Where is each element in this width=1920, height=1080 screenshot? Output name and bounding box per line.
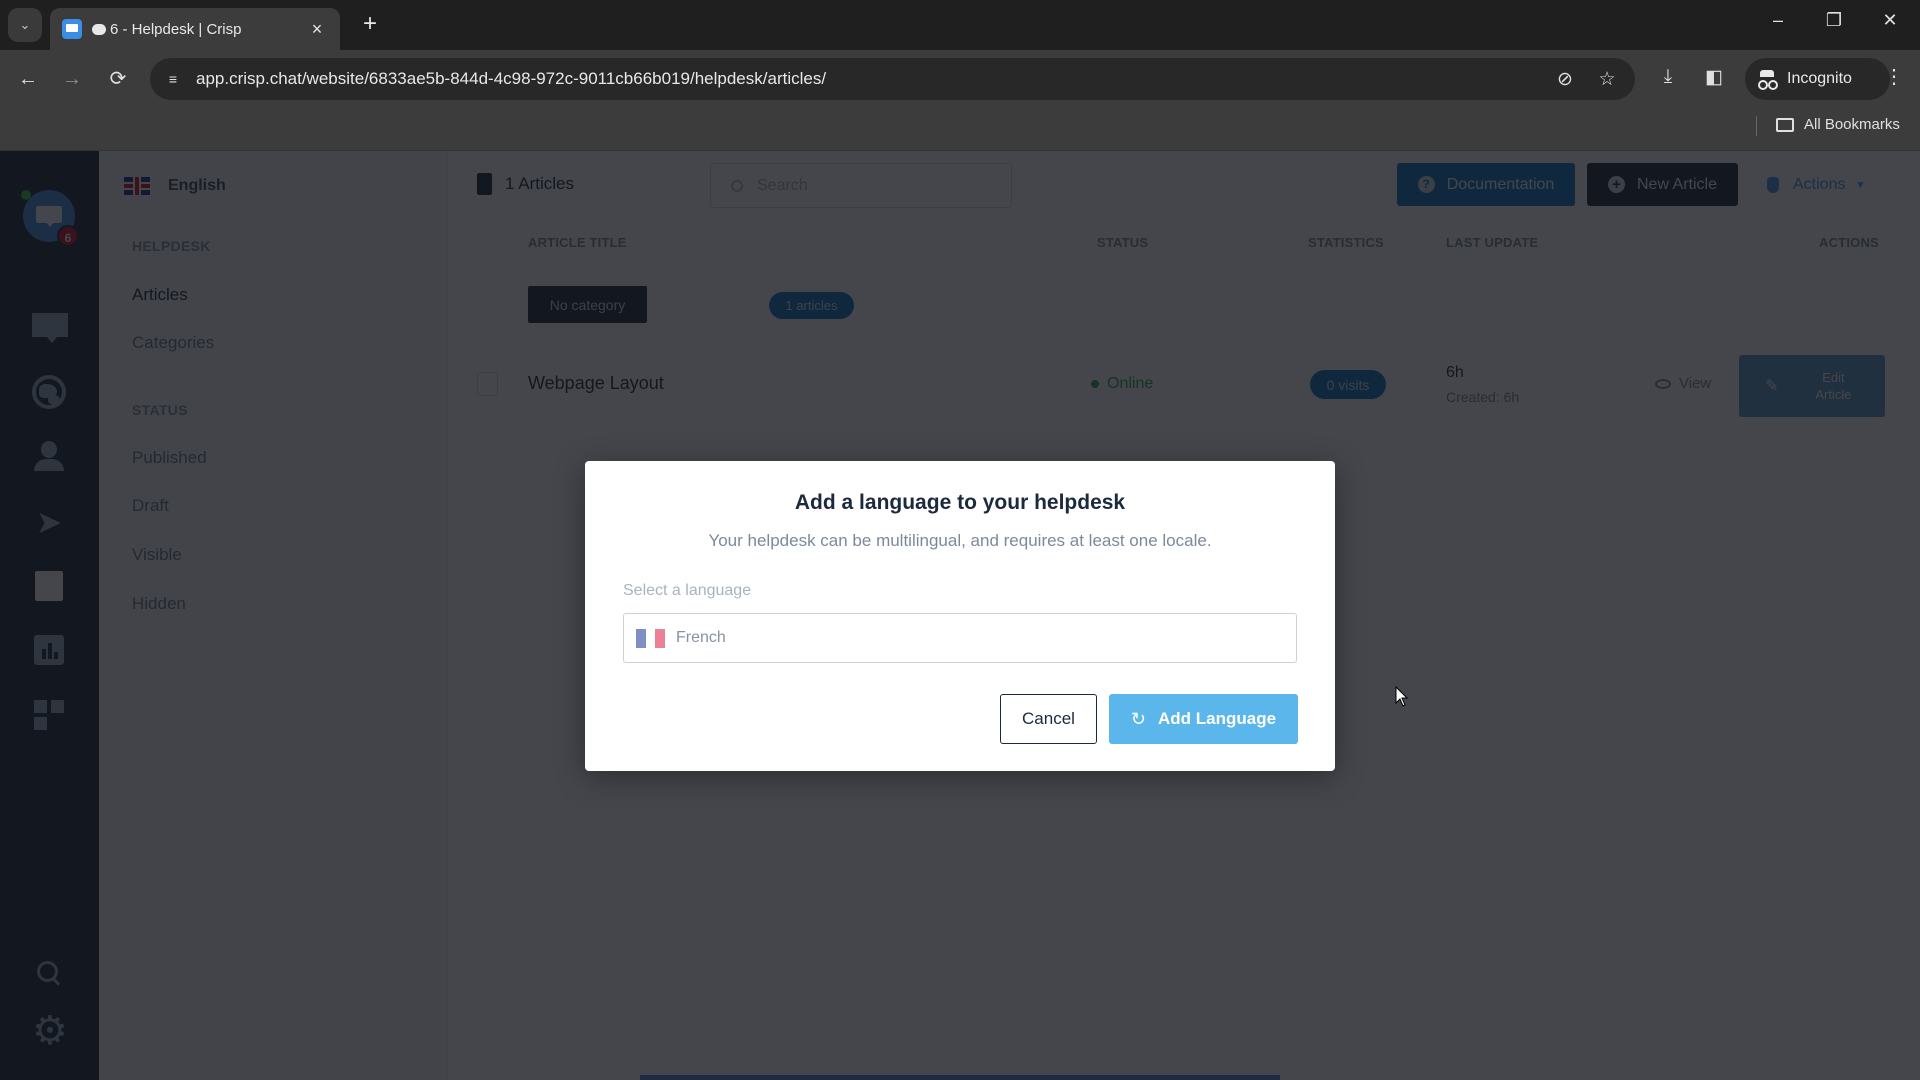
- forward-button[interactable]: →: [57, 64, 87, 94]
- restore-button[interactable]: ❐: [1814, 10, 1854, 31]
- download-icon[interactable]: ⤓: [1654, 66, 1682, 88]
- bookmarks-bar: All Bookmarks: [0, 108, 1920, 151]
- bookmark-star-icon[interactable]: ☆: [1595, 68, 1619, 91]
- incognito-icon: [1757, 70, 1777, 90]
- browser-toolbar: ← → ⟳ ≡ app.crisp.chat/website/6833ae5b-…: [0, 50, 1920, 108]
- flag-stripe-blue: [636, 628, 646, 648]
- tab-title: 6 - Helpdesk | Crisp: [110, 20, 242, 38]
- modal-title: Add a language to your helpdesk: [794, 491, 1126, 514]
- tab-search-button[interactable]: ⌄: [8, 8, 42, 42]
- eye-off-icon[interactable]: ⊘: [1553, 68, 1577, 91]
- modal-subtitle: Your helpdesk can be multilingual, and r…: [708, 531, 1212, 550]
- back-button[interactable]: ←: [13, 64, 43, 94]
- bookmarks-divider: [1756, 116, 1757, 136]
- incognito-indicator[interactable]: Incognito: [1745, 58, 1890, 100]
- language-select[interactable]: French: [623, 613, 1297, 663]
- flag-stripe-red: [655, 628, 666, 648]
- incognito-label: Incognito: [1787, 70, 1852, 87]
- browser-menu-icon[interactable]: ⋮: [1882, 64, 1906, 89]
- flag-stripe-white: [645, 628, 656, 648]
- all-bookmarks-label: All Bookmarks: [1804, 116, 1900, 133]
- add-language-button[interactable]: ↻ Add Language: [1109, 694, 1298, 744]
- site-settings-icon[interactable]: ≡: [162, 68, 184, 90]
- add-language-label: Add Language: [1158, 709, 1277, 728]
- minimize-button[interactable]: –: [1758, 10, 1798, 31]
- cancel-button[interactable]: Cancel: [1000, 694, 1097, 744]
- tab-close-icon[interactable]: ×: [306, 19, 328, 40]
- new-tab-button[interactable]: +: [355, 10, 385, 38]
- selected-language: French: [676, 629, 726, 646]
- french-flag-icon: [636, 628, 666, 648]
- all-bookmarks-button[interactable]: All Bookmarks: [1776, 116, 1900, 133]
- add-language-modal: Add a language to your helpdesk Your hel…: [585, 461, 1335, 771]
- refresh-icon: ↻: [1130, 708, 1147, 729]
- url-text[interactable]: app.crisp.chat/website/6833ae5b-844d-4c9…: [196, 69, 826, 89]
- language-field-label: Select a language: [623, 582, 752, 599]
- side-panel-icon[interactable]: ◧: [1700, 66, 1728, 89]
- chat-bubble-icon: [92, 23, 106, 35]
- browser-tab-active[interactable]: 6 - Helpdesk | Crisp ×: [50, 8, 340, 50]
- chevron-down-icon: ⌄: [19, 17, 31, 32]
- folder-icon: [1776, 117, 1794, 132]
- reload-button[interactable]: ⟳: [103, 64, 133, 94]
- browser-tabstrip: ⌄ 6 - Helpdesk | Crisp × + – ❐ ✕: [0, 0, 1920, 50]
- window-close-button[interactable]: ✕: [1870, 10, 1910, 31]
- crisp-favicon-icon: [62, 19, 82, 39]
- address-bar[interactable]: ≡ app.crisp.chat/website/6833ae5b-844d-4…: [150, 58, 1635, 100]
